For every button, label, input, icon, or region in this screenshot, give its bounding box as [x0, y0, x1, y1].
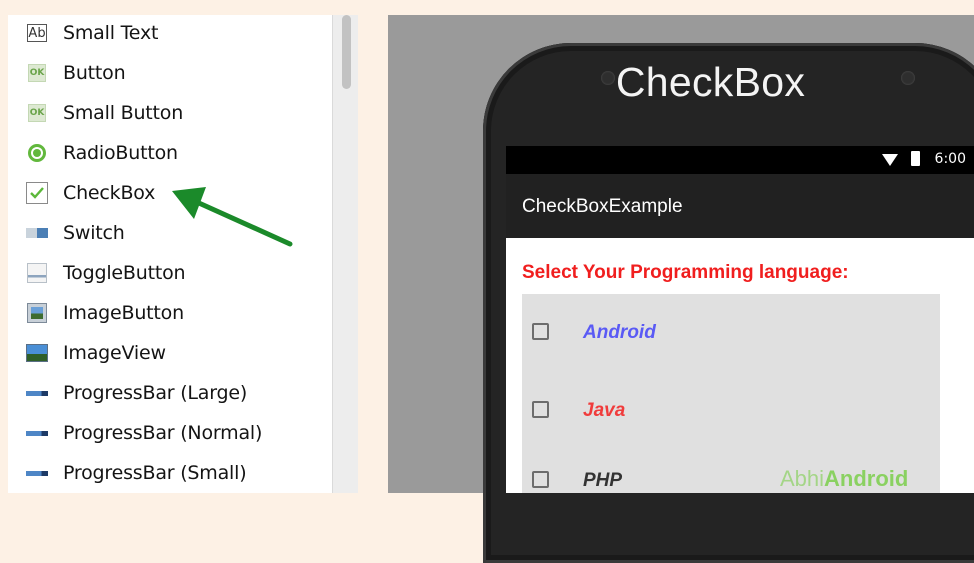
- palette-item-progressbar-small[interactable]: ProgressBar (Small): [8, 453, 328, 493]
- ok-button-icon: OK: [26, 102, 48, 124]
- palette-item-label: RadioButton: [63, 142, 178, 164]
- palette-item-small-text[interactable]: Ab Small Text: [8, 15, 328, 53]
- option-label: Java: [583, 400, 626, 421]
- status-bar: 6:00: [506, 146, 974, 174]
- palette-item-small-button[interactable]: OK Small Button: [8, 93, 328, 133]
- speaker-icon: [601, 71, 615, 85]
- palette-scrollbar[interactable]: [332, 15, 358, 493]
- camera-icon: [901, 71, 915, 85]
- checkbox-group: Android Java PHP AbhiAndroid: [522, 294, 940, 493]
- checkbox-icon[interactable]: [532, 471, 549, 488]
- image-view-icon: [26, 342, 48, 364]
- palette-item-button[interactable]: OK Button: [8, 53, 328, 93]
- text-ab-icon: Ab: [27, 24, 47, 42]
- palette-item-label: CheckBox: [63, 182, 156, 204]
- checkbox-option-java[interactable]: Java: [522, 390, 940, 430]
- progress-icon: [26, 462, 48, 484]
- wifi-icon: [882, 154, 898, 166]
- palette-item-label: ToggleButton: [63, 262, 186, 284]
- abhiandroid-watermark: AbhiAndroid: [780, 466, 909, 491]
- app-action-bar: CheckBoxExample: [506, 174, 974, 238]
- switch-icon: [26, 222, 48, 244]
- pointer-arrow-icon: [172, 187, 293, 247]
- palette-item-label: Switch: [63, 222, 125, 244]
- radio-icon: [26, 142, 48, 164]
- palette-item-imageview[interactable]: ImageView: [8, 333, 328, 373]
- palette-item-label: Small Button: [63, 102, 184, 124]
- device-title: CheckBox: [615, 59, 806, 105]
- scrollbar-thumb[interactable]: [342, 15, 351, 89]
- image-button-icon: [26, 302, 48, 324]
- palette-item-progressbar-large[interactable]: ProgressBar (Large): [8, 373, 328, 413]
- question-heading: Select Your Programming language:: [522, 262, 849, 283]
- palette-item-label: Small Text: [63, 22, 159, 44]
- toggle-icon: [26, 262, 48, 284]
- palette-item-label: Button: [63, 62, 126, 84]
- palette-item-label: ImageView: [63, 342, 166, 364]
- progress-icon: [26, 422, 48, 444]
- app-screen: Select Your Programming language: Androi…: [506, 238, 974, 493]
- app-title: CheckBoxExample: [522, 196, 683, 217]
- checkbox-icon[interactable]: [532, 401, 549, 418]
- palette-item-progressbar-normal[interactable]: ProgressBar (Normal): [8, 413, 328, 453]
- battery-icon: [911, 151, 920, 166]
- checkbox-icon[interactable]: [532, 323, 549, 340]
- palette-item-togglebutton[interactable]: ToggleButton: [8, 253, 328, 293]
- palette-item-label: ProgressBar (Large): [63, 382, 248, 404]
- option-label: Android: [583, 322, 656, 343]
- palette-item-label: ProgressBar (Normal): [63, 422, 263, 444]
- palette-item-label: ImageButton: [63, 302, 184, 324]
- status-time: 6:00: [934, 151, 966, 167]
- ok-button-icon: OK: [26, 62, 48, 84]
- palette-item-radiobutton[interactable]: RadioButton: [8, 133, 328, 173]
- option-label: PHP: [583, 470, 623, 491]
- palette-item-imagebutton[interactable]: ImageButton: [8, 293, 328, 333]
- checkbox-icon: [26, 182, 48, 204]
- palette-item-label: ProgressBar (Small): [63, 462, 247, 484]
- checkbox-option-android[interactable]: Android: [522, 312, 940, 352]
- progress-icon: [26, 382, 48, 404]
